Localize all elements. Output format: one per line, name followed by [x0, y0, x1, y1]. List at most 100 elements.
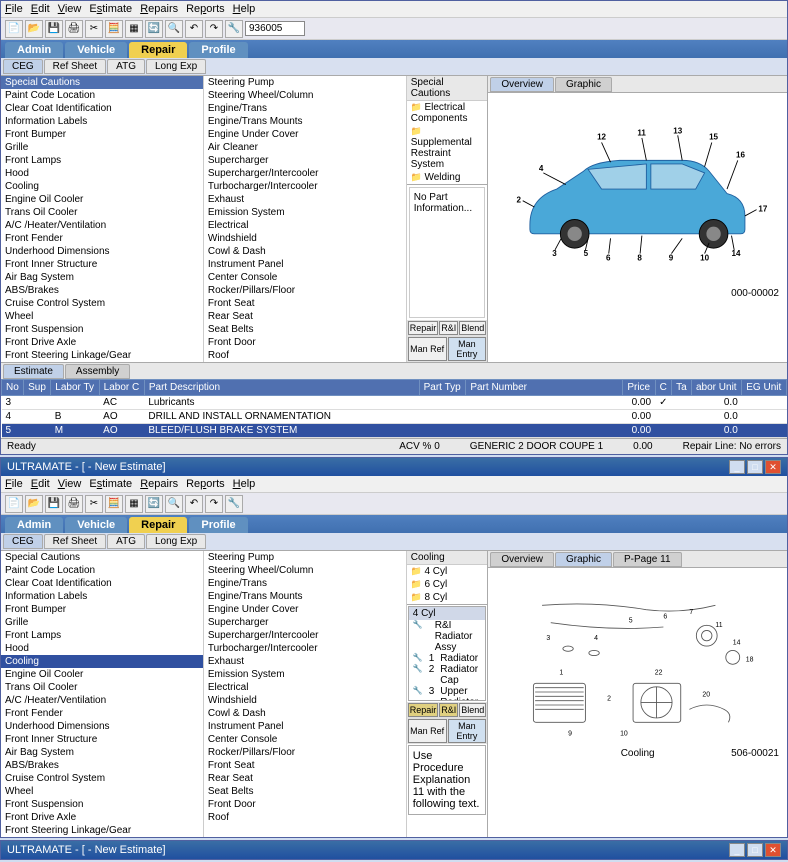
col-price[interactable]: Price [623, 380, 655, 396]
menu-edit[interactable]: Edit [31, 478, 50, 490]
manref-button[interactable]: Man Ref [408, 719, 447, 743]
list-item[interactable]: Hood [1, 167, 203, 180]
list-item[interactable]: Special Cautions [1, 76, 203, 89]
list-item[interactable]: Air Cleaner [204, 141, 406, 154]
subtab-longexp[interactable]: Long Exp [146, 534, 206, 549]
menu-help[interactable]: Help [233, 478, 256, 490]
list-item[interactable]: Clear Coat Identification [1, 577, 203, 590]
sublist-item[interactable]: R&I Radiator Assy [409, 620, 486, 653]
list-item[interactable]: Clear Coat Identification [1, 102, 203, 115]
list-item[interactable]: Trans Oil Cooler [1, 681, 203, 694]
grid-icon[interactable]: ▦ [125, 495, 143, 513]
list-item[interactable]: Engine Under Cover [204, 603, 406, 616]
tab-overview[interactable]: Overview [490, 77, 554, 92]
list-item[interactable]: Grille [1, 616, 203, 629]
list-item-cooling[interactable]: Cooling [1, 655, 203, 668]
list-item[interactable]: Front Drive Axle [1, 811, 203, 824]
col-laborc[interactable]: Labor C [99, 380, 144, 396]
col-no[interactable]: No [2, 380, 24, 396]
list-item[interactable]: Engine Oil Cooler [1, 668, 203, 681]
caution-item[interactable]: Supplemental Restraint System [407, 125, 488, 171]
list-item[interactable]: Steering Pump [204, 551, 406, 564]
list-item[interactable]: Engine Oil Cooler [1, 193, 203, 206]
close-button[interactable]: ✕ [765, 460, 781, 474]
tab-vehicle[interactable]: Vehicle [65, 42, 127, 58]
list-item[interactable]: Center Console [204, 271, 406, 284]
minimize-button[interactable]: _ [729, 460, 745, 474]
subtab-atg[interactable]: ATG [107, 534, 145, 549]
col-egunit[interactable]: EG Unit [742, 380, 787, 396]
list-item[interactable]: Front Inner Structure [1, 733, 203, 746]
list-item[interactable]: Front Suspension [1, 323, 203, 336]
list-item[interactable]: Special Cautions [1, 551, 203, 564]
cut-icon[interactable]: ✂ [85, 20, 103, 38]
save-icon[interactable]: 💾 [45, 495, 63, 513]
col-labortype[interactable]: Labor Ty [51, 380, 99, 396]
list-item[interactable]: Underhood Dimensions [1, 245, 203, 258]
close-button[interactable]: ✕ [765, 843, 781, 857]
col-partnum[interactable]: Part Number [466, 380, 623, 396]
list-item[interactable]: Front Bumper [1, 128, 203, 141]
subtab-ceg[interactable]: CEG [3, 534, 43, 549]
sublist-item[interactable]: 1Radiator [409, 653, 486, 664]
list-item[interactable]: Front Fender [1, 707, 203, 720]
list-item[interactable]: Trans Oil Cooler [1, 206, 203, 219]
menu-estimate[interactable]: Estimate [89, 478, 132, 490]
list-item[interactable]: Grille [1, 141, 203, 154]
menu-view[interactable]: View [58, 3, 82, 15]
list-item[interactable]: Front Steering Linkage/Gear [1, 824, 203, 837]
list-item[interactable]: Engine/Trans [204, 102, 406, 115]
tab-profile[interactable]: Profile [189, 517, 247, 533]
list-item[interactable]: A/C /Heater/Ventilation [1, 694, 203, 707]
car-diagram[interactable]: 2 4 3 5 6 12 11 8 13 9 15 10 16 14 [488, 93, 787, 303]
blend-button[interactable]: Blend [459, 321, 486, 335]
list-item[interactable]: Wheel [1, 785, 203, 798]
col-c[interactable]: C [655, 380, 672, 396]
manentry-button[interactable]: Man Entry [448, 337, 487, 361]
menu-edit[interactable]: Edit [31, 3, 50, 15]
search-icon[interactable]: 🔍 [165, 20, 183, 38]
tool-icon[interactable]: 🔧 [225, 495, 243, 513]
list-item[interactable]: Front Door [204, 336, 406, 349]
maximize-button[interactable]: □ [747, 843, 763, 857]
list-item[interactable]: Supercharger [204, 616, 406, 629]
repair-button[interactable]: Repair [408, 321, 439, 335]
tab-overview[interactable]: Overview [490, 552, 554, 567]
list-item[interactable]: Front Lamps [1, 154, 203, 167]
list-item[interactable]: Paint Code Location [1, 564, 203, 577]
list-item[interactable]: Front Steering Linkage/Gear [1, 349, 203, 362]
search-icon[interactable]: 🔍 [165, 495, 183, 513]
menu-reports[interactable]: Reports [186, 3, 225, 15]
maximize-button[interactable]: □ [747, 460, 763, 474]
list-item[interactable]: Cooling [1, 180, 203, 193]
subtab-ceg[interactable]: CEG [3, 59, 43, 74]
menu-repairs[interactable]: Repairs [140, 3, 178, 15]
list-item[interactable]: Instrument Panel [204, 258, 406, 271]
cooling-type[interactable]: 6 Cyl [407, 578, 488, 591]
tab-ppage11[interactable]: P-Page 11 [613, 552, 682, 567]
list-item[interactable]: Cowl & Dash [204, 707, 406, 720]
menu-reports[interactable]: Reports [186, 478, 225, 490]
list-item[interactable]: Windshield [204, 694, 406, 707]
list-item[interactable]: Engine Under Cover [204, 128, 406, 141]
blend-button[interactable]: Blend [459, 703, 486, 717]
list-item[interactable]: Rear Seat [204, 772, 406, 785]
print-icon[interactable]: 🖨 [65, 495, 83, 513]
grid-icon[interactable]: ▦ [125, 20, 143, 38]
list-item[interactable]: A/C /Heater/Ventilation [1, 219, 203, 232]
redo-icon[interactable]: ↷ [205, 495, 223, 513]
list-item[interactable]: Turbocharger/Intercooler [204, 642, 406, 655]
list-item[interactable]: Underhood Dimensions [1, 720, 203, 733]
list-item[interactable]: Wheel [1, 310, 203, 323]
list-item[interactable]: Front Seat [204, 759, 406, 772]
list-item[interactable]: Front Inner Structure [1, 258, 203, 271]
manentry-button[interactable]: Man Entry [448, 719, 487, 743]
list-item[interactable]: Steering Wheel/Column [204, 564, 406, 577]
list-item[interactable]: Rear Seat [204, 310, 406, 323]
list-item[interactable]: Cruise Control System [1, 297, 203, 310]
tab-profile[interactable]: Profile [189, 42, 247, 58]
cut-icon[interactable]: ✂ [85, 495, 103, 513]
list-item[interactable]: Front Bumper [1, 603, 203, 616]
list-item[interactable]: Steering Wheel/Column [204, 89, 406, 102]
list-item[interactable]: Front Fender [1, 232, 203, 245]
